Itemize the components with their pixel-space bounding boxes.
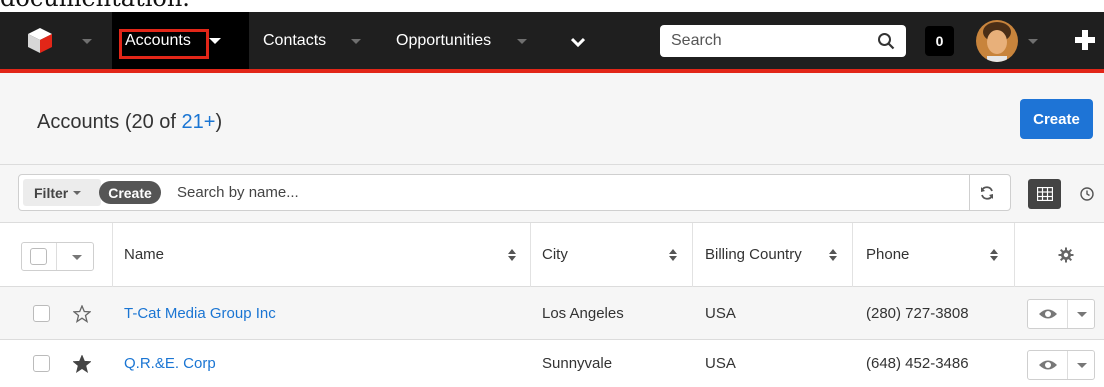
city-cell: Sunnyvale: [542, 355, 613, 372]
divider: [1067, 300, 1068, 328]
grid-view-icon: [1036, 187, 1053, 201]
account-name-link[interactable]: T-Cat Media Group Inc: [124, 287, 276, 339]
checkbox-box[interactable]: [33, 355, 50, 372]
table-row: Q.R.&E. Corp Sunnyvale USA (648) 452-348…: [0, 340, 1104, 387]
nav-tab-contacts[interactable]: Contacts: [263, 12, 326, 69]
sort-icon[interactable]: [829, 249, 837, 261]
column-billing-country-label: Billing Country: [705, 246, 802, 263]
page-title-suffix: ): [215, 111, 223, 133]
divider: [530, 223, 531, 287]
search-by-name-input[interactable]: [177, 181, 957, 204]
notifications-badge[interactable]: 0: [925, 26, 954, 56]
column-header-name[interactable]: Name: [124, 223, 524, 286]
divider: [1067, 351, 1068, 379]
divider: [852, 223, 853, 287]
caret-down-icon[interactable]: [1077, 363, 1087, 368]
mass-select-dropdown[interactable]: [21, 242, 94, 271]
divider: [692, 223, 693, 287]
phone-cell: (648) 452-3486: [866, 355, 969, 372]
row-actions[interactable]: [1027, 350, 1095, 380]
filter-create-button[interactable]: Create: [99, 181, 161, 204]
top-navbar: Accounts Contacts Opportunities 0: [0, 12, 1104, 73]
sort-icon[interactable]: [990, 249, 998, 261]
nav-tab-opportunities[interactable]: Opportunities: [396, 12, 491, 69]
city-cell: Los Angeles: [542, 304, 624, 322]
user-avatar-icon: [976, 20, 1018, 62]
row-select-checkbox[interactable]: [33, 287, 50, 339]
account-name-link[interactable]: Q.R.&E. Corp: [124, 340, 216, 387]
avatar-caret-icon[interactable]: [1028, 39, 1038, 44]
highlight-box: [119, 29, 209, 59]
create-button[interactable]: Create: [1020, 99, 1093, 139]
phone-cell: (280) 727-3808: [866, 304, 969, 322]
row-actions[interactable]: [1027, 299, 1095, 329]
gear-icon[interactable]: [1058, 247, 1074, 263]
activity-stream-button[interactable]: [1070, 179, 1103, 209]
caret-down-icon: [73, 190, 82, 195]
eye-icon[interactable]: [1038, 358, 1058, 372]
divider: [112, 223, 113, 287]
column-phone-label: Phone: [866, 246, 910, 263]
eye-icon[interactable]: [1038, 307, 1058, 321]
avatar[interactable]: [976, 20, 1018, 62]
contacts-caret-icon[interactable]: [351, 39, 361, 44]
row-select-checkbox[interactable]: [33, 340, 50, 387]
table-row: T-Cat Media Group Inc Los Angeles USA (2…: [0, 287, 1104, 340]
sort-icon[interactable]: [508, 249, 516, 261]
caption-text: documentation.: [0, 0, 190, 10]
billing-country-cell: USA: [705, 355, 736, 372]
caret-down-icon[interactable]: [72, 255, 82, 260]
list-view-button[interactable]: [1028, 179, 1061, 209]
column-header-city[interactable]: City: [542, 223, 682, 286]
refresh-button[interactable]: [969, 175, 1004, 210]
caret-down-icon[interactable]: [1077, 312, 1087, 317]
column-header-phone[interactable]: Phone: [866, 223, 996, 286]
select-all-checkbox[interactable]: [30, 248, 47, 265]
filter-dropdown-button[interactable]: Filter: [23, 179, 101, 206]
table-header-row: Name City Billing Country Phone: [0, 223, 1104, 287]
global-search-input[interactable]: [660, 25, 870, 57]
clock-icon: [1079, 187, 1094, 201]
filter-label: Filter: [34, 184, 69, 201]
column-city-label: City: [542, 246, 568, 263]
chevron-down-icon[interactable]: [571, 35, 585, 49]
star-icon[interactable]: [73, 305, 91, 323]
total-count-link[interactable]: 21+: [182, 111, 216, 133]
filter-bar: Filter Create: [0, 165, 1104, 223]
column-header-billing-country[interactable]: Billing Country: [705, 223, 835, 286]
logo-caret-icon[interactable]: [82, 39, 92, 44]
search-icon[interactable]: [877, 32, 895, 50]
cube-logo-icon[interactable]: [22, 22, 58, 58]
billing-country-cell: USA: [705, 304, 736, 322]
global-search: [660, 25, 906, 57]
column-name-label: Name: [124, 246, 165, 263]
divider: [56, 243, 57, 270]
caret-down-icon[interactable]: [208, 37, 221, 44]
list-header: Accounts (20 of 21+) Create: [0, 73, 1104, 165]
sort-icon[interactable]: [669, 249, 677, 261]
nav-tab-contacts-label: Contacts: [263, 31, 327, 49]
page-title: Accounts (20 of 21+): [37, 111, 222, 134]
filter-box: Filter Create: [18, 174, 1011, 211]
nav-tab-opportunities-label: Opportunities: [396, 31, 492, 49]
star-icon[interactable]: [73, 355, 91, 373]
opportunities-caret-icon[interactable]: [517, 39, 527, 44]
checkbox-box[interactable]: [33, 304, 50, 322]
refresh-icon: [981, 185, 993, 200]
divider: [1014, 223, 1015, 287]
page-title-prefix: Accounts (20 of: [37, 111, 182, 133]
plus-icon[interactable]: [1073, 28, 1097, 52]
